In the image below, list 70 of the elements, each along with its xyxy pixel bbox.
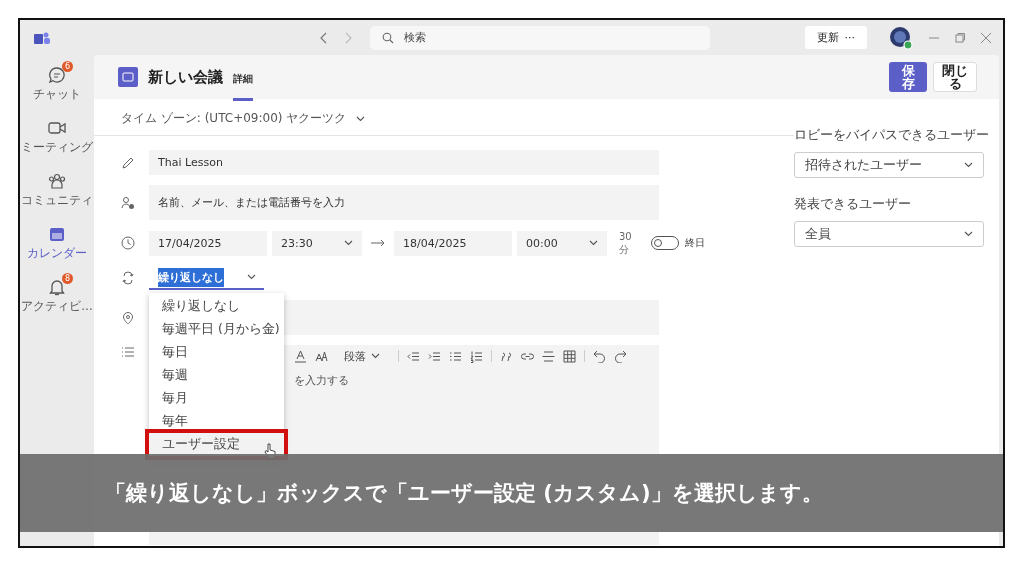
rail-item[interactable]: 8 アクティビ… (21, 271, 93, 314)
clock-icon (121, 236, 135, 250)
presenters-label: 発表できるユーザー (794, 196, 911, 213)
notification-badge: 8 (62, 273, 73, 284)
timezone-dropdown[interactable]: タイム ゾーン: (UTC+09:00) ヤクーツク (121, 110, 366, 127)
repeat-icon (121, 271, 135, 285)
end-time-dropdown[interactable]: 00:00 (517, 230, 607, 256)
duration-label: 30 分 (619, 230, 633, 256)
list-icon (121, 345, 135, 359)
title-field[interactable]: Thai Lesson (149, 150, 659, 175)
numbers-icon[interactable] (470, 349, 483, 363)
close-button[interactable]: 閉じる (933, 62, 977, 92)
editor-placeholder: を入力する (294, 373, 349, 388)
add-person-icon (121, 195, 135, 210)
location-icon (121, 310, 135, 325)
redo-icon[interactable] (614, 349, 627, 363)
chevron-down-icon (371, 353, 380, 359)
people-icon (48, 173, 66, 189)
rail-item[interactable]: コミュニティ (21, 165, 93, 208)
start-time-dropdown[interactable]: 23:30 (272, 230, 362, 256)
outdent-icon[interactable] (407, 349, 420, 363)
end-date-field[interactable]: 18/04/2025 (394, 230, 512, 256)
meeting-title: 新しい会議 (148, 67, 223, 87)
bullets-icon[interactable] (449, 349, 462, 363)
font-size-icon[interactable] (315, 349, 328, 363)
video-caption: 「繰り返しなし」ボックスで「ユーザー設定 (カスタム)」を選択します。 (20, 454, 1003, 532)
chat-icon (48, 66, 66, 84)
menu-option[interactable]: 毎週平日 (月から金) (149, 318, 284, 341)
repeat-dropdown[interactable]: 繰り返しなし (149, 266, 264, 290)
calendar-icon (49, 226, 65, 242)
paragraph-style-dropdown[interactable]: 段落 (344, 348, 380, 364)
chevron-down-icon (344, 240, 353, 246)
rail-item[interactable]: 6 チャット (33, 59, 81, 102)
presenters-dropdown[interactable]: 全員 (794, 221, 984, 247)
pencil-icon (121, 155, 135, 170)
search-field[interactable]: 検索 (370, 25, 710, 50)
update-button[interactable]: 更新 ··· (804, 26, 867, 49)
menu-option[interactable]: 毎年 (149, 410, 284, 433)
video-camera-icon (48, 121, 66, 135)
chevron-down-icon (589, 240, 598, 246)
all-day-label: 終日 (685, 236, 705, 250)
rule-icon[interactable] (542, 349, 555, 363)
app-logo-icon (34, 30, 50, 45)
notification-badge: 6 (62, 61, 73, 72)
lobby-dropdown[interactable]: 招待されたユーザー (794, 152, 984, 178)
rail-item[interactable]: カレンダー (27, 218, 87, 261)
lobby-label: ロビーをバイパスできるユーザー (794, 127, 989, 144)
save-button[interactable]: 保存 (889, 62, 927, 92)
more-options-icon: ··· (844, 31, 855, 44)
start-date-field[interactable]: 17/04/2025 (149, 230, 267, 256)
font-color-icon[interactable] (294, 349, 307, 363)
chevron-down-icon (964, 162, 973, 168)
chevron-down-icon (964, 231, 973, 237)
table-icon[interactable] (563, 349, 576, 363)
arrow-right-icon (371, 239, 385, 247)
restore-icon[interactable] (955, 32, 965, 43)
menu-option[interactable]: 毎月 (149, 387, 284, 410)
calendar-icon (118, 67, 138, 87)
indent-icon[interactable] (428, 349, 441, 363)
undo-icon[interactable] (593, 349, 606, 363)
rail-item[interactable]: ミーティング (21, 112, 93, 155)
menu-option[interactable]: 繰り返しなし (149, 295, 284, 318)
attendees-field[interactable]: 名前、メール、または電話番号を入力 (149, 185, 659, 220)
avatar-icon[interactable] (889, 25, 913, 50)
chevron-down-icon (247, 274, 256, 280)
close-icon[interactable] (981, 32, 991, 43)
menu-option[interactable]: 毎週 (149, 364, 284, 387)
bell-icon (48, 278, 66, 296)
details-tab[interactable]: 詳細 (233, 59, 253, 101)
chevron-down-icon (356, 115, 366, 122)
